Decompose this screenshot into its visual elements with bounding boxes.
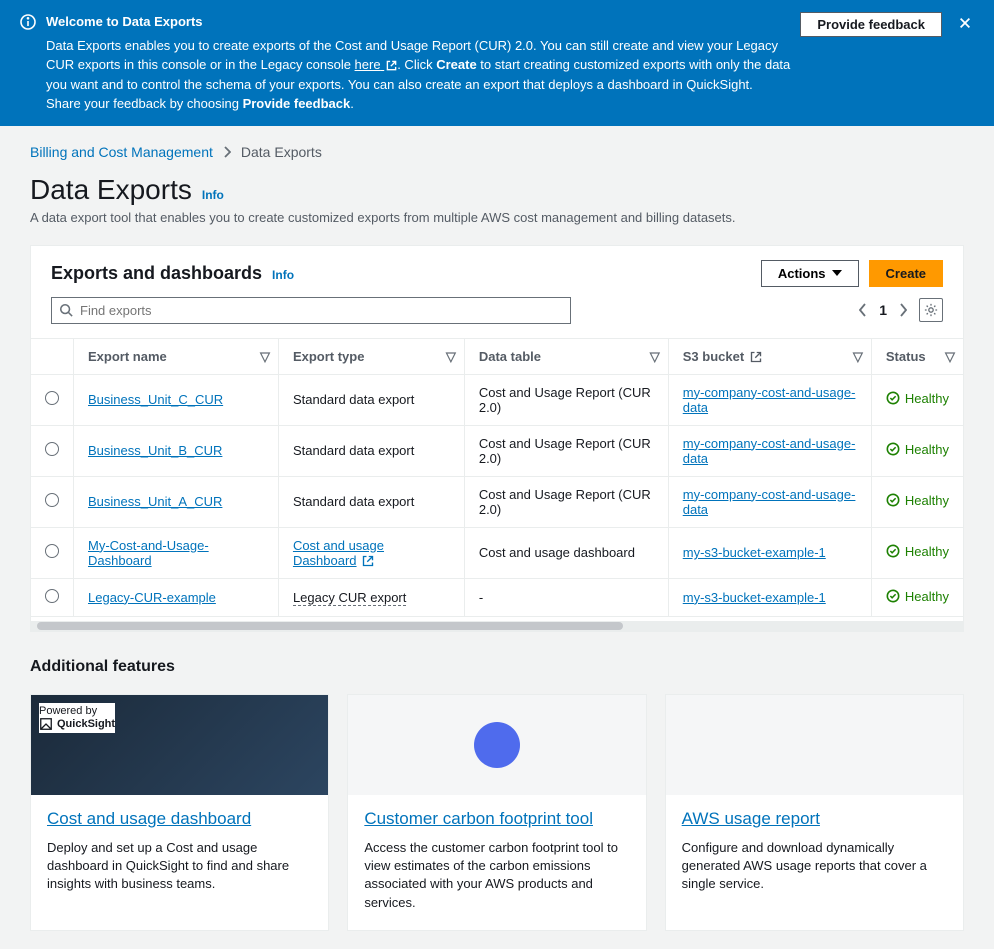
table-row: Legacy-CUR-example Legacy CUR export - m…	[31, 578, 963, 617]
external-icon	[750, 351, 762, 363]
export-name-link[interactable]: Legacy-CUR-example	[88, 590, 216, 605]
check-circle-icon	[886, 544, 900, 558]
page-number: 1	[879, 302, 887, 318]
banner-text: Data Exports enables you to create expor…	[46, 36, 790, 114]
card-title-link[interactable]: Cost and usage dashboard	[47, 809, 251, 829]
breadcrumb-current: Data Exports	[241, 144, 322, 160]
breadcrumb-root[interactable]: Billing and Cost Management	[30, 144, 213, 160]
col-select	[31, 338, 74, 374]
table-scrollbar[interactable]	[31, 621, 963, 631]
page-title: Data Exports	[30, 174, 192, 206]
export-type-text: Standard data export	[293, 494, 414, 509]
export-type-text: Standard data export	[293, 443, 414, 458]
table-row: My-Cost-and-Usage-Dashboard Cost and usa…	[31, 527, 963, 578]
card-thumbnail: Powered byQuickSight	[31, 695, 328, 795]
col-s3-bucket[interactable]: S3 bucket ▽	[668, 338, 871, 374]
table-row: Business_Unit_C_CUR Standard data export…	[31, 374, 963, 425]
create-button[interactable]: Create	[869, 260, 943, 287]
card-thumbnail	[666, 695, 963, 795]
s3-bucket-link[interactable]: my-s3-bucket-example-1	[683, 545, 826, 560]
search-input[interactable]	[51, 297, 571, 324]
info-icon	[20, 14, 36, 33]
panel-title: Exports and dashboards	[51, 263, 262, 284]
welcome-banner: Welcome to Data Exports Data Exports ena…	[0, 0, 994, 126]
check-circle-icon	[886, 442, 900, 456]
close-icon	[958, 16, 972, 30]
card-title-link[interactable]: Customer carbon footprint tool	[364, 809, 593, 829]
feature-card: Powered byQuickSight Cost and usage dashb…	[30, 694, 329, 931]
external-icon	[362, 555, 374, 567]
exports-table: Export name▽ Export type▽ Data table▽ S3…	[31, 338, 963, 618]
row-select-radio[interactable]	[45, 589, 59, 603]
sort-icon: ▽	[260, 349, 270, 365]
export-name-link[interactable]: Business_Unit_A_CUR	[88, 494, 222, 509]
status-badge: Healthy	[886, 493, 949, 508]
card-description: Deploy and set up a Cost and usage dashb…	[47, 839, 312, 894]
gear-icon	[924, 303, 938, 317]
status-badge: Healthy	[886, 589, 949, 604]
settings-button[interactable]	[919, 298, 943, 322]
breadcrumb: Billing and Cost Management Data Exports	[30, 144, 964, 160]
feature-card: Customer carbon footprint tool Access the…	[347, 694, 646, 931]
data-table-cell: Cost and usage dashboard	[464, 527, 668, 578]
chevron-right-icon	[223, 146, 231, 158]
col-status[interactable]: Status▽	[871, 338, 963, 374]
export-name-link[interactable]: Business_Unit_B_CUR	[88, 443, 222, 458]
chevron-left-icon	[859, 303, 867, 317]
banner-title: Welcome to Data Exports	[46, 12, 790, 32]
feature-card: AWS usage report Configure and download d…	[665, 694, 964, 931]
caret-down-icon	[832, 270, 842, 276]
row-select-radio[interactable]	[45, 442, 59, 456]
card-thumbnail	[348, 695, 645, 795]
card-description: Configure and download dynamically gener…	[682, 839, 947, 894]
next-page-button[interactable]	[897, 301, 909, 319]
check-circle-icon	[886, 493, 900, 507]
card-title-link[interactable]: AWS usage report	[682, 809, 820, 829]
data-table-cell: Cost and Usage Report (CUR 2.0)	[464, 425, 668, 476]
page-description: A data export tool that enables you to c…	[30, 210, 964, 225]
table-row: Business_Unit_B_CUR Standard data export…	[31, 425, 963, 476]
check-circle-icon	[886, 589, 900, 603]
col-export-type[interactable]: Export type▽	[278, 338, 464, 374]
status-badge: Healthy	[886, 391, 949, 406]
data-table-cell: Cost and Usage Report (CUR 2.0)	[464, 374, 668, 425]
export-type-text: Standard data export	[293, 392, 414, 407]
table-row: Business_Unit_A_CUR Standard data export…	[31, 476, 963, 527]
sort-icon: ▽	[853, 349, 863, 365]
col-data-table[interactable]: Data table▽	[464, 338, 668, 374]
sort-icon: ▽	[446, 349, 456, 365]
status-badge: Healthy	[886, 544, 949, 559]
row-select-radio[interactable]	[45, 544, 59, 558]
s3-bucket-link[interactable]: my-company-cost-and-usage-data	[683, 487, 856, 517]
data-table-cell: Cost and Usage Report (CUR 2.0)	[464, 476, 668, 527]
actions-button[interactable]: Actions	[761, 260, 859, 287]
sort-icon: ▽	[650, 349, 660, 365]
export-name-link[interactable]: Business_Unit_C_CUR	[88, 392, 223, 407]
status-badge: Healthy	[886, 442, 949, 457]
chevron-right-icon	[899, 303, 907, 317]
s3-bucket-link[interactable]: my-s3-bucket-example-1	[683, 590, 826, 605]
external-icon	[386, 60, 397, 71]
export-name-link[interactable]: My-Cost-and-Usage-Dashboard	[88, 538, 209, 568]
prev-page-button[interactable]	[857, 301, 869, 319]
close-banner-button[interactable]	[956, 12, 974, 37]
panel-info-link[interactable]: Info	[272, 268, 294, 282]
check-circle-icon	[886, 391, 900, 405]
row-select-radio[interactable]	[45, 391, 59, 405]
page-info-link[interactable]: Info	[202, 188, 224, 202]
exports-panel: Exports and dashboards Info Actions Crea…	[30, 245, 964, 633]
legacy-console-link[interactable]: here	[355, 57, 398, 72]
s3-bucket-link[interactable]: my-company-cost-and-usage-data	[683, 385, 856, 415]
provide-feedback-button[interactable]: Provide feedback	[800, 12, 942, 37]
export-type-text: Legacy CUR export	[293, 590, 406, 606]
sort-icon: ▽	[945, 349, 955, 365]
col-export-name[interactable]: Export name▽	[74, 338, 279, 374]
s3-bucket-link[interactable]: my-company-cost-and-usage-data	[683, 436, 856, 466]
data-table-cell: -	[464, 578, 668, 617]
row-select-radio[interactable]	[45, 493, 59, 507]
search-icon	[59, 303, 73, 317]
additional-features-title: Additional features	[30, 658, 964, 676]
card-description: Access the customer carbon footprint too…	[364, 839, 629, 912]
